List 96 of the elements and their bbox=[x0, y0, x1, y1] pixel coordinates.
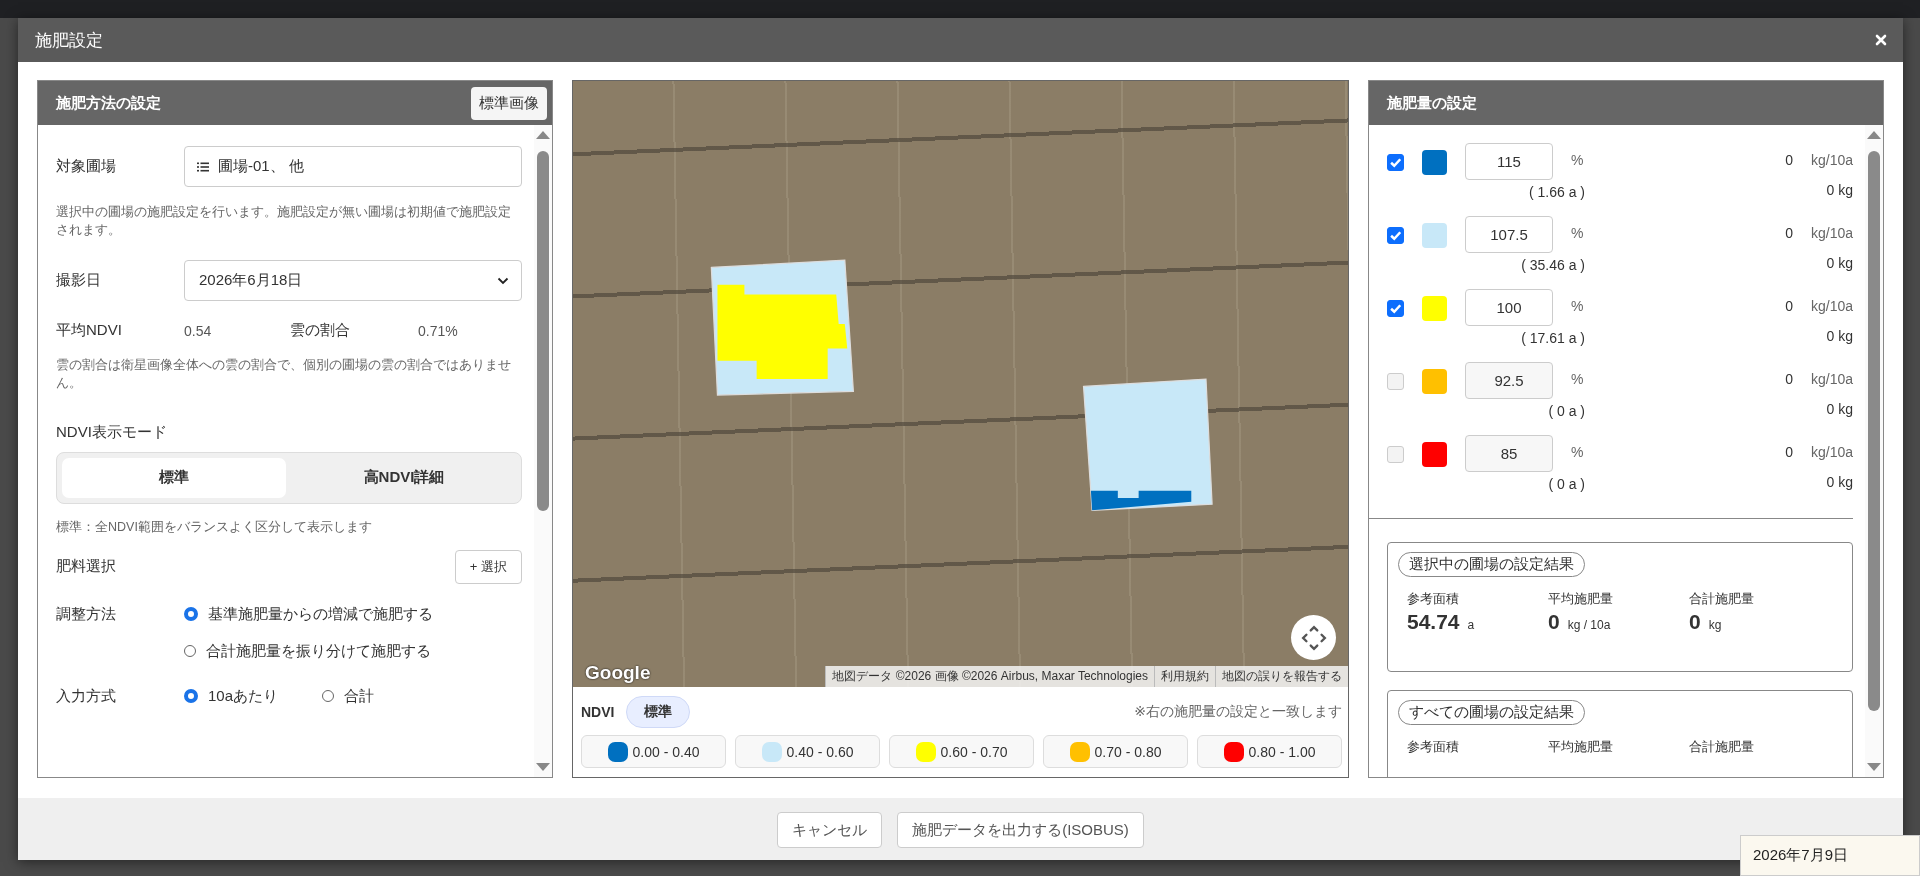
recenter-button[interactable] bbox=[1291, 615, 1336, 660]
metric-label: 合計施肥量 bbox=[1689, 739, 1755, 756]
percent-input[interactable]: 107.5 bbox=[1465, 216, 1553, 253]
field-label: 撮影日 bbox=[56, 271, 102, 291]
area-text: ( 0 a ) bbox=[1548, 476, 1585, 492]
legend-note: ※右の施肥量の設定と一致します bbox=[1134, 703, 1342, 721]
metric-label: 参考面積 bbox=[1407, 739, 1460, 756]
checkbox[interactable] bbox=[1387, 446, 1404, 463]
field-label: 肥料選択 bbox=[56, 557, 117, 577]
area-text: ( 17.61 a ) bbox=[1521, 330, 1585, 346]
panel-title: 施肥方法の設定 bbox=[56, 93, 162, 113]
list-icon bbox=[197, 161, 209, 172]
radio-option[interactable]: 基準施肥量からの増減で施肥する bbox=[184, 604, 433, 624]
rate-value: 0 bbox=[1785, 298, 1793, 314]
total-text: 0 kg bbox=[1826, 182, 1853, 198]
rate-value: 0 bbox=[1785, 152, 1793, 168]
note-text: 選択中の圃場の施肥設定を行います。施肥設定が無い圃場は初期値で施肥設定されます。 bbox=[56, 204, 512, 240]
satellite-map[interactable]: Google 地図データ ©2026 画像 ©2026 Airbus, Maxar Technologies 利用規約 地図の誤りを報告する bbox=[573, 81, 1348, 687]
range-text: 0.00 - 0.40 bbox=[632, 743, 700, 760]
unit-text: % bbox=[1571, 152, 1584, 168]
chevron-icon bbox=[497, 276, 509, 285]
close-icon[interactable] bbox=[1875, 34, 1887, 46]
range-text: 0.80 - 1.00 bbox=[1248, 743, 1316, 760]
unit-text: kg/10a bbox=[1810, 371, 1853, 387]
ndvi-value: 0.54 bbox=[184, 322, 213, 339]
checkbox[interactable] bbox=[1387, 373, 1404, 390]
rate-value: 0 bbox=[1785, 444, 1793, 460]
scrollbar[interactable] bbox=[1865, 125, 1883, 777]
percent-input[interactable]: 92.5 bbox=[1465, 362, 1553, 399]
total-text: 0 kg bbox=[1826, 401, 1853, 417]
field-label: 雲の割合 bbox=[290, 321, 351, 341]
unit-text: % bbox=[1571, 371, 1584, 387]
unit-text: kg/10a bbox=[1810, 225, 1853, 241]
checkbox[interactable] bbox=[1387, 154, 1404, 171]
mode-description: 標準：全NDVI範囲をバランスよく区分して表示します bbox=[56, 518, 373, 536]
unit-text: kg/10a bbox=[1810, 298, 1853, 314]
attribution-text: 地図データ ©2026 画像 ©2026 Airbus, Maxar Technologies bbox=[825, 666, 1154, 687]
field-value: 圃場-01、 他 bbox=[218, 157, 304, 176]
footer-button[interactable]: キャンセル bbox=[777, 812, 883, 848]
range-text: 0.70 - 0.80 bbox=[1094, 743, 1162, 760]
mode-badge: 標準 bbox=[626, 696, 691, 728]
standard-image-button[interactable]: 標準画像 bbox=[471, 86, 547, 120]
area-text: ( 35.46 a ) bbox=[1521, 257, 1585, 273]
panel-title: 施肥量の設定 bbox=[1387, 93, 1478, 113]
metric-value: 0 bbox=[1689, 610, 1701, 634]
area-text: ( 1.66 a ) bbox=[1528, 184, 1585, 200]
mode-tab[interactable]: 標準 bbox=[62, 457, 286, 498]
field-label: 対象圃場 bbox=[56, 157, 117, 176]
radio-option[interactable]: 合計 bbox=[322, 686, 375, 706]
cloud-value: 0.71% bbox=[418, 322, 458, 339]
metric-label: 平均施肥量 bbox=[1548, 739, 1614, 756]
scrollbar[interactable] bbox=[534, 125, 552, 777]
dialog-title: 施肥設定 bbox=[35, 29, 104, 52]
metric-label: 参考面積 bbox=[1407, 591, 1460, 608]
radio-option[interactable]: 合計施肥量を振り分けて施肥する bbox=[184, 641, 433, 661]
attribution-link[interactable]: 地図の誤りを報告する bbox=[1215, 666, 1348, 687]
total-text: 0 kg bbox=[1826, 255, 1853, 271]
footer-button[interactable]: 施肥データを出力する(ISOBUS) bbox=[897, 812, 1144, 848]
metric-label: 平均施肥量 bbox=[1548, 591, 1614, 608]
target-field-selector[interactable]: 圃場-01、 他 bbox=[184, 146, 522, 187]
field-label: 入力方式 bbox=[56, 686, 117, 706]
total-text: 0 kg bbox=[1826, 328, 1853, 344]
unit-text: % bbox=[1571, 298, 1584, 314]
checkbox[interactable] bbox=[1387, 227, 1404, 244]
section-label: NDVI表示モード bbox=[56, 422, 168, 442]
metric-value: 0 bbox=[1548, 610, 1560, 634]
field-label: 平均NDVI bbox=[56, 321, 123, 341]
metric-label: 合計施肥量 bbox=[1689, 591, 1755, 608]
metric-unit: kg / 10a bbox=[1567, 618, 1611, 632]
radio-option[interactable]: 10aあたり bbox=[184, 686, 279, 706]
unit-text: kg/10a bbox=[1810, 152, 1853, 168]
range-text: 0.60 - 0.70 bbox=[940, 743, 1008, 760]
note-text: 雲の割合は衛星画像全体への雲の割合で、個別の圃場の雲の割合ではありません。 bbox=[56, 357, 512, 393]
checkbox[interactable] bbox=[1387, 300, 1404, 317]
unit-text: % bbox=[1571, 444, 1584, 460]
metric-unit: kg bbox=[1708, 618, 1722, 632]
area-text: ( 0 a ) bbox=[1548, 403, 1585, 419]
field-label: 調整方法 bbox=[56, 604, 117, 624]
percent-input[interactable]: 115 bbox=[1465, 143, 1553, 180]
percent-input[interactable]: 100 bbox=[1465, 289, 1553, 326]
legend-label: NDVI bbox=[581, 704, 615, 720]
total-text: 0 kg bbox=[1826, 474, 1853, 490]
metric-value: 54.74 bbox=[1407, 610, 1460, 634]
percent-input[interactable]: 85 bbox=[1465, 435, 1553, 472]
map-logo: Google bbox=[585, 662, 651, 684]
date-select[interactable]: 2026年6月18日 bbox=[184, 260, 522, 302]
unit-text: % bbox=[1571, 225, 1584, 241]
unit-text: kg/10a bbox=[1810, 444, 1853, 460]
rate-value: 0 bbox=[1785, 371, 1793, 387]
rate-value: 0 bbox=[1785, 225, 1793, 241]
metric-unit: a bbox=[1467, 618, 1475, 632]
mode-tab[interactable]: 高NDVI詳細 bbox=[292, 457, 516, 498]
date-tooltip: 2026年7月9日 bbox=[1740, 835, 1920, 876]
select-button[interactable]: + 選択 bbox=[454, 549, 522, 584]
range-text: 0.40 - 0.60 bbox=[786, 743, 854, 760]
attribution-link[interactable]: 利用規約 bbox=[1154, 666, 1215, 687]
